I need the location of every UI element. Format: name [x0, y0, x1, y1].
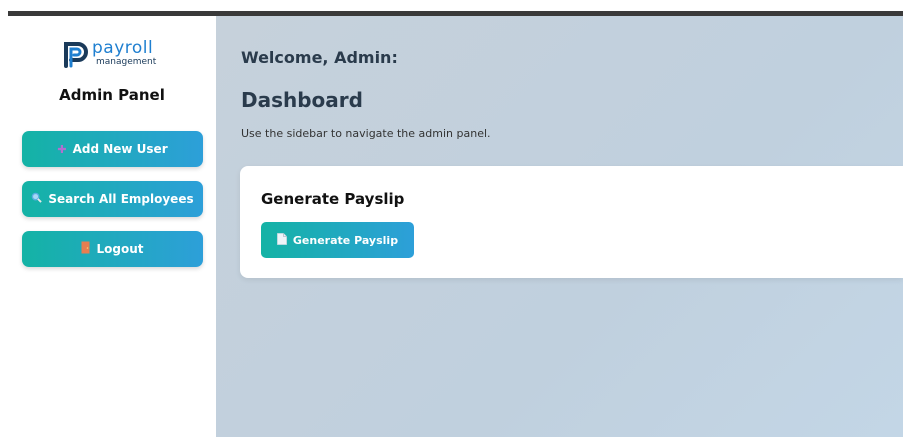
- search-all-employees-label: Search All Employees: [48, 192, 194, 206]
- generate-payslip-card: Generate Payslip Generate Payslip: [240, 166, 903, 278]
- hint-text: Use the sidebar to navigate the admin pa…: [241, 127, 491, 140]
- add-new-user-label: Add New User: [72, 142, 168, 156]
- door-icon: [81, 241, 90, 257]
- sidebar: payroll management Admin Panel ✚ Add New…: [8, 16, 216, 437]
- add-new-user-button[interactable]: ✚ Add New User: [22, 131, 203, 167]
- document-icon: [277, 232, 287, 248]
- page-title: Dashboard: [241, 88, 363, 112]
- logo-p-icon: [64, 42, 88, 68]
- magnifier-icon: [31, 192, 43, 206]
- payroll-logo: payroll management: [60, 36, 180, 70]
- main-content: Welcome, Admin: Dashboard Use the sideba…: [216, 16, 903, 437]
- generate-payslip-button[interactable]: Generate Payslip: [261, 222, 414, 258]
- logo-word: payroll: [92, 37, 154, 58]
- generate-payslip-label: Generate Payslip: [292, 233, 399, 247]
- panel-title: Admin Panel: [59, 86, 165, 104]
- logout-label: Logout: [96, 242, 144, 256]
- search-all-employees-button[interactable]: Search All Employees: [22, 181, 203, 217]
- window-top-bar: [8, 0, 903, 16]
- logout-button[interactable]: Logout: [22, 231, 203, 267]
- welcome-text: Welcome, Admin:: [241, 48, 398, 67]
- plus-icon: ✚: [57, 142, 67, 156]
- logo-subtitle: management: [96, 56, 157, 67]
- card-title: Generate Payslip: [261, 190, 405, 208]
